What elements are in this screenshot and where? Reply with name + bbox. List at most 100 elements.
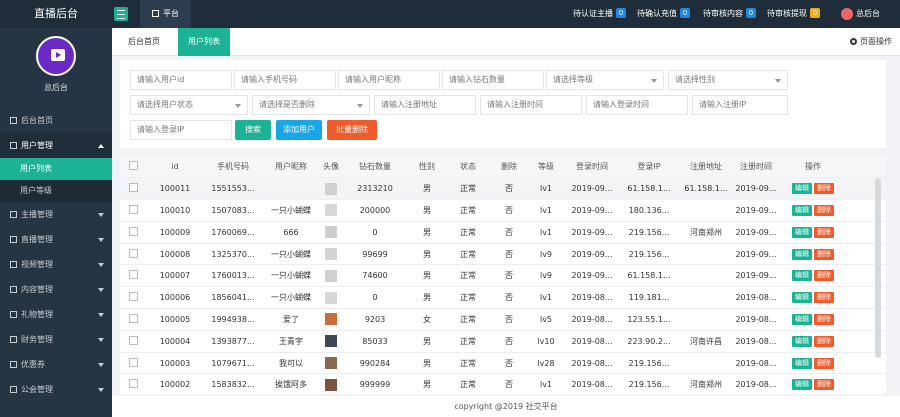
table-row[interactable]: 100002 1583832... 挨饿阿多 999999 男正常否 lv1 2019-08…: [120, 373, 886, 394]
column-header[interactable]: 注册时间: [734, 156, 778, 179]
sidebar-item-user-management[interactable]: 用户管理: [0, 133, 112, 158]
row-select-cell[interactable]: [120, 352, 146, 375]
table-row[interactable]: 100005 1994938... 爱了 9203 女正常否 lv5 2019-08... 1…: [120, 308, 886, 331]
menu-toggle-icon[interactable]: [114, 7, 128, 21]
login-time-input[interactable]: 请输入登录时间: [586, 95, 688, 115]
tab-home[interactable]: 后台首页: [118, 28, 170, 56]
edit-button[interactable]: 编辑: [792, 313, 812, 325]
delete-button[interactable]: 删除: [814, 226, 834, 238]
checkbox[interactable]: [128, 204, 138, 214]
nickname-input[interactable]: 请输入用户昵称: [338, 70, 440, 90]
avatar[interactable]: [325, 226, 337, 239]
column-header[interactable]: 等级: [528, 156, 564, 179]
avatar[interactable]: [325, 182, 337, 195]
sidebar-item-anchor-management[interactable]: 主播管理: [0, 202, 112, 227]
delete-button[interactable]: 删除: [814, 270, 834, 282]
phone-input[interactable]: 请输入手机号码: [234, 70, 336, 90]
platform-tab[interactable]: 平台: [140, 0, 191, 28]
delete-button[interactable]: 删除: [814, 357, 834, 369]
gender-select[interactable]: 请选择性别: [668, 70, 788, 90]
row-select-cell[interactable]: [120, 308, 146, 331]
column-header[interactable]: 删除: [490, 156, 528, 179]
diamond-input[interactable]: 请输入钻石数量: [442, 70, 544, 90]
column-header[interactable]: 钻石数量: [342, 156, 408, 179]
column-header[interactable]: id: [146, 156, 204, 179]
user-avatar[interactable]: [841, 8, 853, 20]
column-header[interactable]: 注册地址: [678, 156, 734, 179]
row-select-cell[interactable]: [120, 373, 146, 394]
column-header[interactable]: 性别: [408, 156, 446, 179]
avatar[interactable]: [325, 335, 337, 348]
search-button[interactable]: 搜索: [235, 120, 271, 140]
avatar[interactable]: [325, 313, 337, 326]
edit-button[interactable]: 编辑: [792, 335, 812, 347]
delete-button[interactable]: 删除: [814, 183, 834, 195]
notice-pending-content[interactable]: 待审核内容 0: [703, 0, 756, 28]
table-row[interactable]: 100009 1760069... 666 0 男正常否 lv1 2019-09... 219…: [120, 221, 886, 244]
checkbox[interactable]: [128, 313, 138, 323]
deleted-select[interactable]: 请选择是否删除: [252, 95, 370, 115]
avatar[interactable]: [325, 248, 337, 261]
column-header[interactable]: 手机号码: [204, 156, 262, 179]
register-ip-input[interactable]: 请输入注册IP: [692, 95, 788, 115]
column-header[interactable]: 用户昵称: [262, 156, 320, 179]
register-time-input[interactable]: 请输入注册时间: [480, 95, 582, 115]
notice-pending-anchors[interactable]: 待认证主播 0: [573, 0, 626, 28]
delete-button[interactable]: 删除: [814, 248, 834, 260]
sidebar-item-live-management[interactable]: 直播管理: [0, 227, 112, 252]
notice-pending-recharge[interactable]: 待确认充值 0: [637, 0, 690, 28]
column-header[interactable]: 状态: [446, 156, 490, 179]
register-address-input[interactable]: 请输入注册地址: [374, 95, 476, 115]
table-row[interactable]: 100010 1507083... 一只小蝴蝶 200000 男正常否 lv1 2019-0…: [120, 199, 886, 222]
sidebar-item-gift-management[interactable]: 礼物管理: [0, 302, 112, 327]
delete-button[interactable]: 删除: [814, 313, 834, 325]
delete-button[interactable]: 删除: [814, 204, 834, 216]
login-ip-input[interactable]: 请输入登录IP: [130, 120, 232, 140]
avatar[interactable]: [325, 291, 337, 304]
column-header[interactable]: 登录IP: [620, 156, 678, 179]
sidebar-item-coupons[interactable]: 优惠券: [0, 352, 112, 377]
edit-button[interactable]: 编辑: [792, 292, 812, 304]
table-row[interactable]: 100007 1760013... 一只小蝴蝶 74600 男正常否 lv9 2019-09…: [120, 264, 886, 288]
table-row[interactable]: 100011 1551553... 2313210 男正常否 lv1 2019-09...…: [120, 177, 886, 201]
status-select[interactable]: 请选择用户状态: [130, 95, 248, 115]
sidebar-subitem-user-list[interactable]: 用户列表: [0, 158, 112, 180]
user-name[interactable]: 总后台: [856, 0, 880, 28]
row-select-cell[interactable]: [120, 199, 146, 222]
row-select-cell[interactable]: [120, 177, 146, 201]
row-select-cell[interactable]: [120, 286, 146, 310]
tab-user-list[interactable]: 用户列表: [178, 28, 230, 56]
checkbox[interactable]: [128, 183, 138, 193]
avatar[interactable]: [325, 204, 337, 217]
sidebar-item-home[interactable]: 后台首页: [0, 108, 112, 133]
add-user-button[interactable]: 添加用户: [276, 120, 322, 140]
level-select[interactable]: 请选择等级: [546, 70, 664, 90]
user-id-input[interactable]: 请输入用户id: [130, 70, 232, 90]
page-operations-menu[interactable]: 页面操作: [850, 28, 892, 56]
sidebar-item-content-management[interactable]: 内容管理: [0, 277, 112, 302]
checkbox[interactable]: [128, 270, 138, 280]
checkbox[interactable]: [128, 226, 138, 236]
table-row[interactable]: 100004 1393877... 王青宇 85033 男正常否 lv10 2019-08.…: [120, 330, 886, 353]
table-scrollbar[interactable]: [875, 178, 881, 358]
sidebar-item-guild-management[interactable]: 公会管理: [0, 377, 112, 402]
table-row[interactable]: 100008 1325370... 一只小蝴蝶 99699 男正常否 lv9 2019-09…: [120, 243, 886, 266]
row-select-cell[interactable]: [120, 243, 146, 266]
sidebar-subitem-user-level[interactable]: 用户等级: [0, 180, 112, 202]
checkbox[interactable]: [128, 357, 138, 367]
notice-pending-withdraw[interactable]: 待审核提现 0: [767, 0, 820, 28]
row-select-cell[interactable]: [120, 330, 146, 353]
delete-button[interactable]: 删除: [814, 335, 834, 347]
column-header[interactable]: 登录时间: [564, 156, 620, 179]
checkbox[interactable]: [128, 335, 138, 345]
edit-button[interactable]: 编辑: [792, 183, 812, 195]
sidebar-item-video-management[interactable]: 视频管理: [0, 252, 112, 277]
avatar[interactable]: [325, 357, 337, 370]
checkbox[interactable]: [128, 292, 138, 302]
edit-button[interactable]: 编辑: [792, 357, 812, 369]
checkbox[interactable]: [128, 161, 138, 171]
avatar[interactable]: [325, 269, 337, 282]
row-select-cell[interactable]: [120, 221, 146, 244]
table-row[interactable]: 100006 1856041... 一只小蝴蝶 0 男正常否 lv1 2019-08... 1…: [120, 286, 886, 310]
checkbox[interactable]: [128, 248, 138, 258]
